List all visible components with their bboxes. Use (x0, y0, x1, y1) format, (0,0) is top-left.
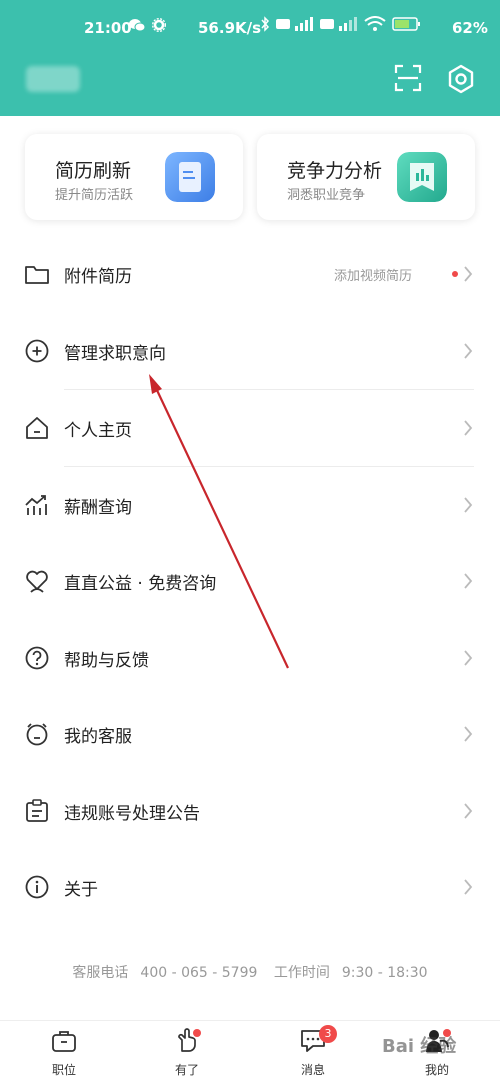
briefcase-icon (52, 1031, 76, 1052)
battery-percent: 62% (452, 19, 488, 37)
status-app-icons (128, 18, 166, 32)
menu-label: 我的客服 (64, 727, 132, 747)
menu-label: 直直公益 · 免费咨询 (64, 574, 217, 594)
help-icon (25, 646, 49, 670)
phone-label: 客服电话 (72, 965, 129, 981)
contact-info: 客服电话 400 - 065 - 5799 工作时间 9:30 - 18:30 (0, 962, 500, 982)
settings-icon[interactable] (446, 64, 476, 94)
chevron-right-icon (464, 726, 473, 742)
folder-icon (25, 266, 49, 284)
status-time: 21:00 (84, 19, 132, 37)
new-dot (452, 271, 458, 277)
wifi-icon (364, 16, 386, 31)
tab-label: 消息 (300, 1063, 325, 1077)
chevron-right-icon (464, 343, 473, 359)
cellular-4g-icon (320, 17, 357, 31)
chevron-right-icon (464, 803, 473, 819)
menu-job-intention[interactable]: 管理求职意向 (0, 313, 500, 389)
status-bar: 21:00 56.9K/s 62% (0, 0, 500, 56)
menu-customer-service[interactable]: 我的客服 (0, 696, 500, 772)
menu-about[interactable]: 关于 (0, 849, 500, 925)
home-icon (26, 417, 48, 439)
card-subtitle: 提升简历活跃 (55, 188, 134, 203)
menu-label: 帮助与反馈 (64, 651, 149, 671)
battery-icon (392, 17, 420, 31)
scan-icon[interactable] (394, 64, 422, 92)
resume-doc-icon (165, 152, 215, 202)
menu-label: 个人主页 (64, 421, 132, 441)
salary-chart-icon (25, 495, 47, 515)
resume-refresh-card[interactable]: 简历刷新 提升简历活跃 (25, 134, 243, 220)
plus-circle-icon (25, 339, 49, 363)
tab-jobs[interactable]: 职位 (32, 1027, 96, 1083)
chevron-right-icon (464, 573, 473, 589)
notice-clipboard-icon (26, 799, 48, 822)
menu-violation-notice[interactable]: 违规账号处理公告 (0, 773, 500, 849)
phone-number[interactable]: 400 - 065 - 5799 (140, 965, 257, 981)
tab-label: 我的 (424, 1063, 449, 1077)
card-title: 竞争力分析 (287, 160, 383, 182)
menu-label: 关于 (64, 880, 98, 900)
menu-label: 违规账号处理公告 (64, 804, 200, 824)
baidu-watermark: Bai 经验 (382, 1036, 457, 1057)
hours-label: 工作时间 (273, 965, 330, 981)
menu-attachment-resume[interactable]: 附件简历 添加视频简历 (0, 236, 500, 312)
menu-label: 薪酬查询 (64, 498, 132, 518)
menu-charity-consult[interactable]: 直直公益 · 免费咨询 (0, 543, 500, 619)
competitiveness-card[interactable]: 竞争力分析 洞悉职业竞争 (257, 134, 475, 220)
chevron-right-icon (464, 497, 473, 513)
menu-label: 管理求职意向 (64, 344, 166, 364)
tab-messages[interactable]: 3 消息 (281, 1025, 345, 1083)
tab-label: 职位 (51, 1063, 76, 1077)
menu-help-feedback[interactable]: 帮助与反馈 (0, 620, 500, 696)
unread-badge: 3 (319, 1025, 337, 1043)
customer-service-icon (26, 723, 48, 746)
chevron-right-icon (464, 266, 473, 282)
cellular-5g-icon (276, 17, 313, 31)
info-icon (25, 875, 49, 899)
menu-personal-homepage[interactable]: 个人主页 (0, 390, 500, 466)
blurred-username (26, 66, 80, 92)
working-hours: 9:30 - 18:30 (341, 965, 428, 981)
add-video-resume-hint: 添加视频简历 (333, 269, 412, 284)
settings-small-icon (152, 18, 166, 32)
tab-label: 有了 (174, 1063, 199, 1077)
heart-hands-icon (26, 570, 48, 593)
wechat-icon (129, 19, 146, 32)
notification-dot (193, 1029, 201, 1037)
signal-icons (260, 16, 422, 32)
chevron-right-icon (464, 879, 473, 895)
bluetooth-icon (261, 16, 270, 32)
network-speed: 56.9K/s (198, 19, 262, 37)
chevron-right-icon (464, 650, 473, 666)
tab-youle[interactable]: 有了 (155, 1027, 219, 1083)
menu-salary-query[interactable]: 薪酬查询 (0, 467, 500, 543)
chart-flag-icon (397, 152, 447, 202)
card-title: 简历刷新 (55, 160, 132, 182)
chevron-right-icon (464, 420, 473, 436)
profile-header (0, 56, 500, 116)
menu-label: 附件简历 (64, 267, 132, 287)
card-subtitle: 洞悉职业竞争 (287, 188, 366, 203)
